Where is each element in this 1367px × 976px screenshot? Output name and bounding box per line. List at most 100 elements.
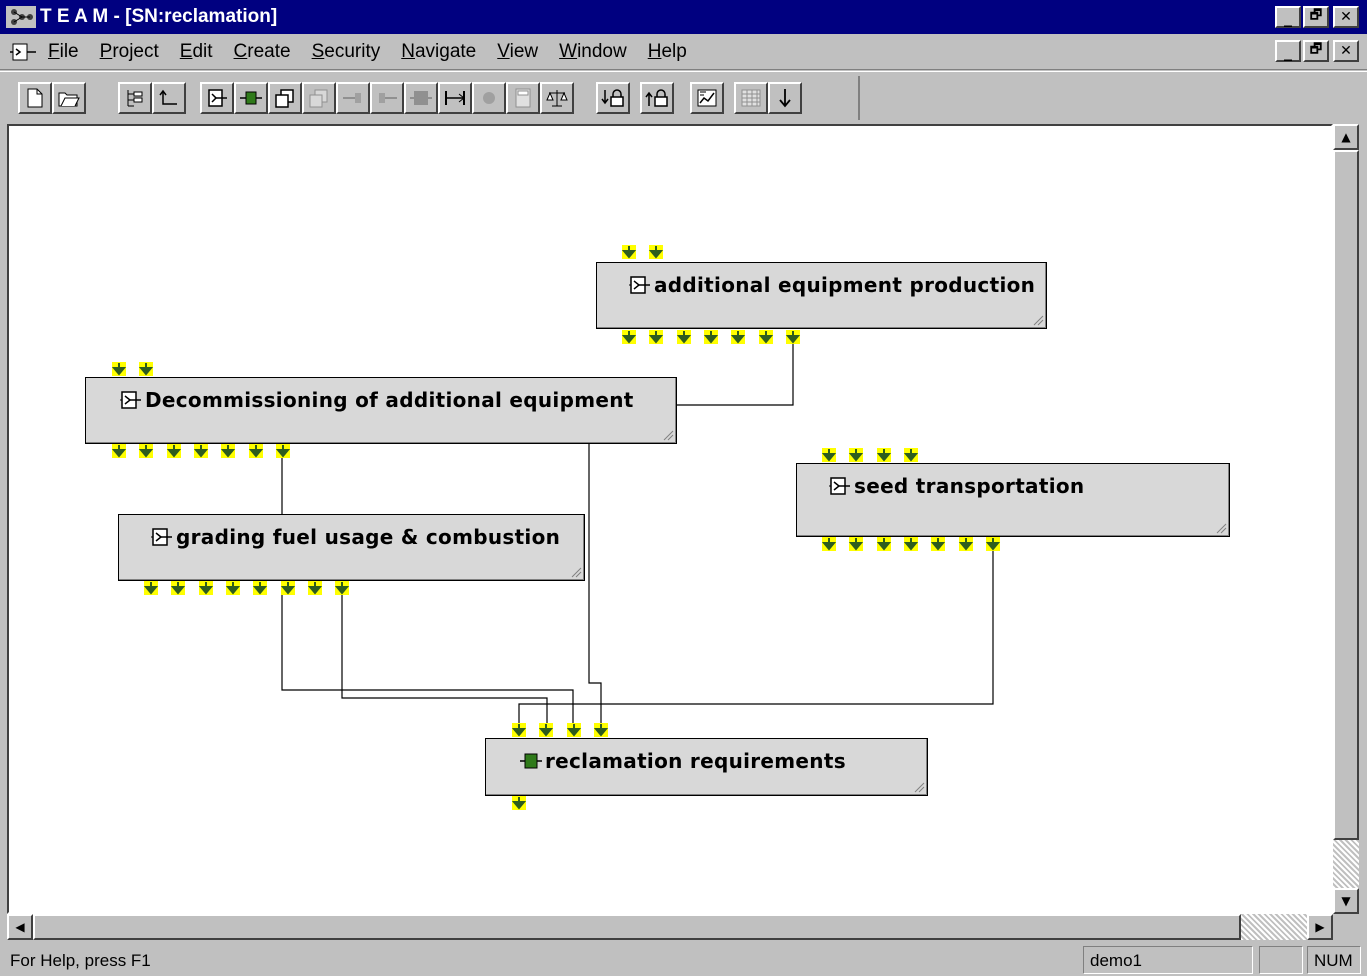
port-arrow-icon[interactable] [703, 330, 718, 344]
resize-grip-icon[interactable] [1032, 314, 1044, 326]
port-arrow-icon[interactable] [253, 581, 268, 595]
vertical-scroll-track[interactable] [1333, 840, 1359, 888]
menu-edit[interactable]: Edit [180, 41, 213, 63]
node-button[interactable] [472, 82, 506, 114]
horizontal-scrollbar[interactable]: ◀ ▶ [7, 914, 1333, 940]
child-close-button[interactable]: ✕ [1333, 40, 1359, 62]
port-arrow-icon[interactable] [112, 362, 126, 376]
port-arrow-icon[interactable] [931, 537, 946, 551]
menu-security[interactable]: Security [312, 41, 381, 63]
download-button[interactable] [768, 82, 802, 114]
open-button[interactable] [52, 82, 86, 114]
tree-view-button[interactable] [118, 82, 152, 114]
diagram-canvas[interactable]: additional equipment production Decommis… [7, 124, 1333, 914]
port-arrow-icon[interactable] [649, 245, 664, 259]
chart-button[interactable] [690, 82, 724, 114]
create-process-button[interactable] [200, 82, 234, 114]
process-box[interactable]: seed transportation [796, 463, 1230, 537]
port-arrow-icon[interactable] [221, 444, 236, 458]
block-button[interactable] [404, 82, 438, 114]
port-arrow-icon[interactable] [649, 330, 664, 344]
menu-project[interactable]: Project [100, 41, 159, 63]
port-arrow-icon[interactable] [166, 444, 181, 458]
port-arrow-icon[interactable] [822, 448, 836, 462]
port-arrow-icon[interactable] [958, 537, 973, 551]
input-button[interactable] [336, 82, 370, 114]
port-arrow-icon[interactable] [785, 330, 800, 344]
grid-button[interactable] [734, 82, 768, 114]
process-box[interactable]: Decommissioning of additional equipment [85, 377, 677, 444]
port-arrow-icon[interactable] [849, 448, 864, 462]
minimize-button[interactable]: _ [1275, 6, 1301, 28]
port-arrow-icon[interactable] [876, 537, 891, 551]
copy-process-button[interactable] [268, 82, 302, 114]
port-arrow-icon[interactable] [225, 581, 240, 595]
port-arrow-icon[interactable] [171, 581, 186, 595]
port-arrow-icon[interactable] [676, 330, 691, 344]
document-system-icon[interactable] [10, 42, 38, 62]
menu-help[interactable]: Help [648, 41, 687, 63]
port-arrow-icon[interactable] [876, 448, 891, 462]
scroll-right-button[interactable]: ▶ [1307, 914, 1333, 940]
scroll-down-button[interactable]: ▼ [1333, 888, 1359, 914]
lock-down-button[interactable] [596, 82, 630, 114]
resize-grip-icon[interactable] [913, 781, 925, 793]
port-arrow-icon[interactable] [139, 444, 154, 458]
create-flow-button[interactable] [234, 82, 268, 114]
scroll-up-button[interactable]: ▲ [1333, 124, 1359, 150]
port-arrow-icon[interactable] [198, 581, 213, 595]
port-arrow-icon[interactable] [112, 444, 126, 458]
port-arrow-icon[interactable] [622, 330, 636, 344]
menu-create[interactable]: Create [234, 41, 291, 63]
calculator-button[interactable] [506, 82, 540, 114]
port-arrow-icon[interactable] [335, 581, 350, 595]
port-arrow-icon[interactable] [731, 330, 746, 344]
port-arrow-icon[interactable] [593, 723, 608, 737]
team-app-icon[interactable] [6, 6, 36, 28]
output-button[interactable] [370, 82, 404, 114]
menu-file[interactable]: File [48, 41, 79, 63]
process-box[interactable]: additional equipment production [596, 262, 1047, 329]
port-arrow-icon[interactable] [280, 581, 295, 595]
port-arrow-icon[interactable] [144, 581, 158, 595]
lock-up-button[interactable] [640, 82, 674, 114]
go-up-button[interactable] [152, 82, 186, 114]
new-button[interactable] [18, 82, 52, 114]
port-arrow-icon[interactable] [248, 444, 263, 458]
child-restore-button[interactable]: 🗗 [1303, 40, 1329, 62]
process-box[interactable]: grading fuel usage & combustion [118, 514, 585, 581]
port-arrow-icon[interactable] [139, 362, 154, 376]
menu-window[interactable]: Window [559, 41, 627, 63]
resize-grip-icon[interactable] [662, 429, 674, 441]
port-arrow-icon[interactable] [512, 796, 526, 810]
child-minimize-button[interactable]: _ [1275, 40, 1301, 62]
port-arrow-icon[interactable] [622, 245, 636, 259]
close-button[interactable]: ✕ [1333, 6, 1359, 28]
resize-grip-icon[interactable] [570, 566, 582, 578]
menu-view[interactable]: View [497, 41, 538, 63]
port-arrow-icon[interactable] [903, 448, 918, 462]
port-arrow-icon[interactable] [985, 537, 1000, 551]
resize-grip-icon[interactable] [1215, 522, 1227, 534]
port-arrow-icon[interactable] [566, 723, 581, 737]
menu-navigate[interactable]: Navigate [401, 41, 476, 63]
port-arrow-icon[interactable] [822, 537, 836, 551]
paste-process-button[interactable] [302, 82, 336, 114]
port-arrow-icon[interactable] [903, 537, 918, 551]
port-arrow-icon[interactable] [307, 581, 322, 595]
horizontal-scroll-thumb[interactable] [33, 914, 1241, 940]
balance-button[interactable] [540, 82, 574, 114]
maximize-button[interactable]: 🗗 [1303, 6, 1329, 28]
port-arrow-icon[interactable] [512, 723, 526, 737]
horizontal-scroll-track[interactable] [1241, 914, 1307, 940]
port-arrow-icon[interactable] [539, 723, 554, 737]
port-arrow-icon[interactable] [275, 444, 290, 458]
vertical-scroll-thumb[interactable] [1333, 150, 1359, 840]
vertical-scrollbar[interactable]: ▲ ▼ [1333, 124, 1359, 914]
scroll-left-button[interactable]: ◀ [7, 914, 33, 940]
port-arrow-icon[interactable] [193, 444, 208, 458]
port-arrow-icon[interactable] [758, 330, 773, 344]
link-button[interactable] [438, 82, 472, 114]
process-box[interactable]: reclamation requirements [485, 738, 928, 796]
port-arrow-icon[interactable] [849, 537, 864, 551]
